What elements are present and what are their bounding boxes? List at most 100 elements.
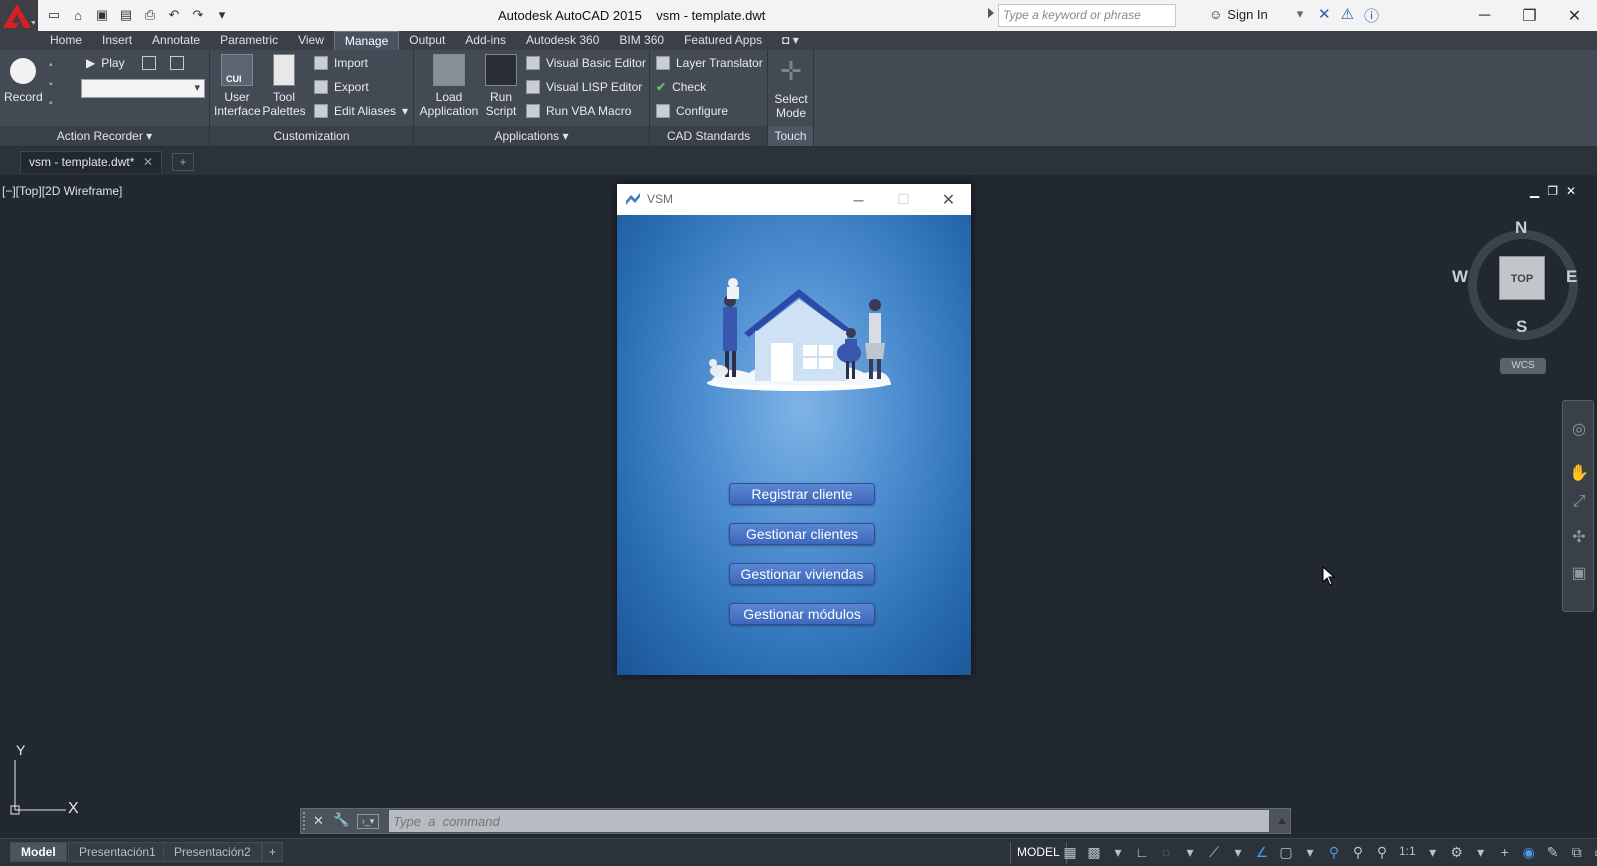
tab-add-ins[interactable]: Add-ins bbox=[455, 31, 516, 50]
document-tab[interactable]: vsm - template.dwt* ✕ bbox=[20, 151, 162, 173]
zoom-extents-icon[interactable]: ⤢ bbox=[1569, 493, 1589, 513]
compass-west[interactable]: W bbox=[1452, 267, 1468, 287]
ribbon-options-icon[interactable]: ◘ ▾ bbox=[772, 31, 809, 50]
chevron-down-icon[interactable]: ▾ bbox=[1303, 844, 1317, 861]
viewport-minimize-icon[interactable]: ▁ bbox=[1530, 184, 1539, 198]
tab-parametric[interactable]: Parametric bbox=[210, 31, 288, 50]
action-tools-icon[interactable]: ▪ ▪ ▪ bbox=[49, 56, 61, 112]
tab-autodesk-360[interactable]: Autodesk 360 bbox=[516, 31, 609, 50]
macro-tool-icon-2[interactable] bbox=[170, 56, 184, 70]
annotation-monitor-plus-icon[interactable]: + bbox=[1498, 844, 1512, 861]
showmotion-icon[interactable]: ▣ bbox=[1569, 563, 1589, 583]
viewcube[interactable]: TOP N S E W bbox=[1452, 218, 1588, 350]
dialog-close-button[interactable]: ✕ bbox=[926, 184, 971, 215]
annotation-visibility-icon[interactable]: ⚲ bbox=[1327, 844, 1341, 861]
compass-east[interactable]: E bbox=[1566, 267, 1577, 287]
search-expand-icon[interactable] bbox=[988, 8, 994, 18]
layout-tab-model[interactable]: Model bbox=[10, 842, 67, 862]
tab-featured-apps[interactable]: Featured Apps bbox=[674, 31, 772, 50]
a360-icon[interactable]: ⚠ bbox=[1341, 5, 1354, 26]
open-folder-icon[interactable]: ⌂ bbox=[68, 5, 88, 25]
object-snap-icon[interactable]: ▢ bbox=[1279, 844, 1293, 861]
tool-palettes-button[interactable]: Tool Palettes bbox=[262, 54, 306, 118]
isodraft-icon[interactable]: ⟋ bbox=[1207, 844, 1221, 861]
configure-button[interactable]: Configure bbox=[656, 104, 728, 118]
action-recorder-title[interactable]: Action Recorder ▾ bbox=[0, 126, 209, 146]
tab-view[interactable]: View bbox=[288, 31, 334, 50]
workspace-gear-icon[interactable]: ⚙ bbox=[1450, 844, 1464, 861]
user-interface-button[interactable]: CUI User Interface bbox=[214, 54, 261, 118]
isolate-objects-icon[interactable]: ◉ bbox=[1522, 844, 1536, 861]
chevron-down-icon[interactable]: ▾ bbox=[1183, 844, 1197, 861]
check-button[interactable]: ✔ Check bbox=[656, 80, 706, 94]
play-button[interactable]: ▶ Play bbox=[86, 56, 125, 70]
command-input[interactable] bbox=[389, 810, 1269, 832]
restore-button[interactable]: ❐ bbox=[1507, 0, 1552, 31]
chevron-down-icon[interactable]: ▾ bbox=[1111, 844, 1125, 861]
command-line-grip[interactable] bbox=[303, 812, 309, 830]
layout-tab-presentacion1[interactable]: Presentación1 bbox=[68, 842, 167, 862]
import-button[interactable]: Import bbox=[314, 56, 368, 70]
add-layout-button[interactable]: + bbox=[262, 842, 284, 862]
applications-title[interactable]: Applications ▾ bbox=[414, 126, 649, 146]
auto-scale-icon[interactable]: ⚲ bbox=[1351, 844, 1365, 861]
tab-output[interactable]: Output bbox=[399, 31, 455, 50]
viewport-controls-label[interactable]: [−][Top][2D Wireframe] bbox=[2, 184, 122, 198]
tab-manage[interactable]: Manage bbox=[333, 31, 400, 50]
command-prompt-icon[interactable]: ›_▾ bbox=[357, 814, 379, 829]
annotation-scale-value[interactable]: 1:1 bbox=[1399, 844, 1416, 861]
grid-icon[interactable]: ▦ bbox=[1063, 844, 1077, 861]
chevron-down-icon[interactable]: ▾ bbox=[1474, 844, 1488, 861]
close-button[interactable]: ✕ bbox=[1552, 0, 1597, 31]
help-icon[interactable]: ⓘ bbox=[1364, 5, 1379, 26]
dialog-maximize-button[interactable]: ☐ bbox=[881, 184, 926, 215]
chevron-down-icon[interactable]: ▾ bbox=[1426, 844, 1440, 861]
redo-icon[interactable]: ↷ bbox=[188, 5, 208, 25]
load-application-button[interactable]: Load Application bbox=[418, 54, 480, 118]
command-history-arrow-icon[interactable] bbox=[1278, 818, 1286, 824]
close-icon[interactable]: ✕ bbox=[313, 813, 324, 829]
exchange-apps-icon[interactable]: ✕ bbox=[1318, 5, 1331, 26]
tab-home[interactable]: Home bbox=[40, 31, 92, 50]
compass-north[interactable]: N bbox=[1515, 218, 1527, 238]
viewcube-top-face[interactable]: TOP bbox=[1499, 256, 1545, 300]
save-icon[interactable]: ▣ bbox=[92, 5, 112, 25]
run-vba-macro-button[interactable]: Run VBA Macro bbox=[526, 104, 631, 118]
visual-basic-editor-button[interactable]: Visual Basic Editor bbox=[526, 56, 646, 70]
visual-lisp-editor-button[interactable]: Visual LISP Editor bbox=[526, 80, 642, 94]
dialog-title-bar[interactable]: VSM ─ ☐ ✕ bbox=[617, 184, 971, 215]
customize-qat-icon[interactable]: ▾ bbox=[212, 5, 232, 25]
undo-icon[interactable]: ↶ bbox=[164, 5, 184, 25]
snap-icon[interactable]: ▩ bbox=[1087, 844, 1101, 861]
registrar-cliente-button[interactable]: Registrar cliente bbox=[729, 483, 875, 505]
viewport-close-icon[interactable]: ✕ bbox=[1566, 184, 1576, 198]
macro-select-dropdown[interactable]: ▾ bbox=[81, 79, 205, 98]
tab-bim-360[interactable]: BIM 360 bbox=[609, 31, 674, 50]
minimize-button[interactable]: ─ bbox=[1462, 0, 1507, 31]
gestionar-modulos-button[interactable]: Gestionar módulos bbox=[729, 603, 875, 625]
autocad-logo-icon[interactable] bbox=[0, 0, 38, 31]
save-as-icon[interactable]: ▤ bbox=[116, 5, 136, 25]
dialog-minimize-button[interactable]: ─ bbox=[836, 184, 881, 215]
polar-tracking-icon[interactable]: ◌ bbox=[1159, 844, 1173, 861]
annotation-scale-icon[interactable]: ⚲ bbox=[1375, 844, 1389, 861]
steering-wheel-icon[interactable]: ◎ bbox=[1569, 419, 1589, 439]
tab-insert[interactable]: Insert bbox=[92, 31, 142, 50]
macro-tool-icon-1[interactable] bbox=[142, 56, 156, 70]
hardware-acceleration-icon[interactable]: ✎ bbox=[1546, 844, 1560, 861]
new-document-tab-button[interactable]: + bbox=[172, 153, 194, 171]
gestionar-clientes-button[interactable]: Gestionar clientes bbox=[729, 523, 875, 545]
run-script-button[interactable]: Run Script bbox=[482, 54, 520, 118]
chevron-down-icon[interactable]: ▾ bbox=[1231, 844, 1245, 861]
select-mode-button[interactable]: ✛ Select Mode bbox=[770, 54, 812, 120]
wrench-icon[interactable]: 🔧 bbox=[333, 812, 349, 828]
layer-translator-button[interactable]: Layer Translator bbox=[656, 56, 763, 70]
sign-in-button[interactable]: ☺ Sign In ▾ bbox=[1209, 6, 1303, 22]
export-button[interactable]: Export bbox=[314, 80, 369, 94]
record-button[interactable]: Record bbox=[4, 54, 43, 104]
object-snap-tracking-icon[interactable]: ∠ bbox=[1255, 844, 1269, 861]
close-icon[interactable]: ✕ bbox=[143, 155, 153, 169]
tab-annotate[interactable]: Annotate bbox=[142, 31, 210, 50]
viewport-restore-icon[interactable]: ❐ bbox=[1547, 184, 1558, 198]
edit-aliases-button[interactable]: Edit Aliases ▾ bbox=[314, 104, 408, 118]
